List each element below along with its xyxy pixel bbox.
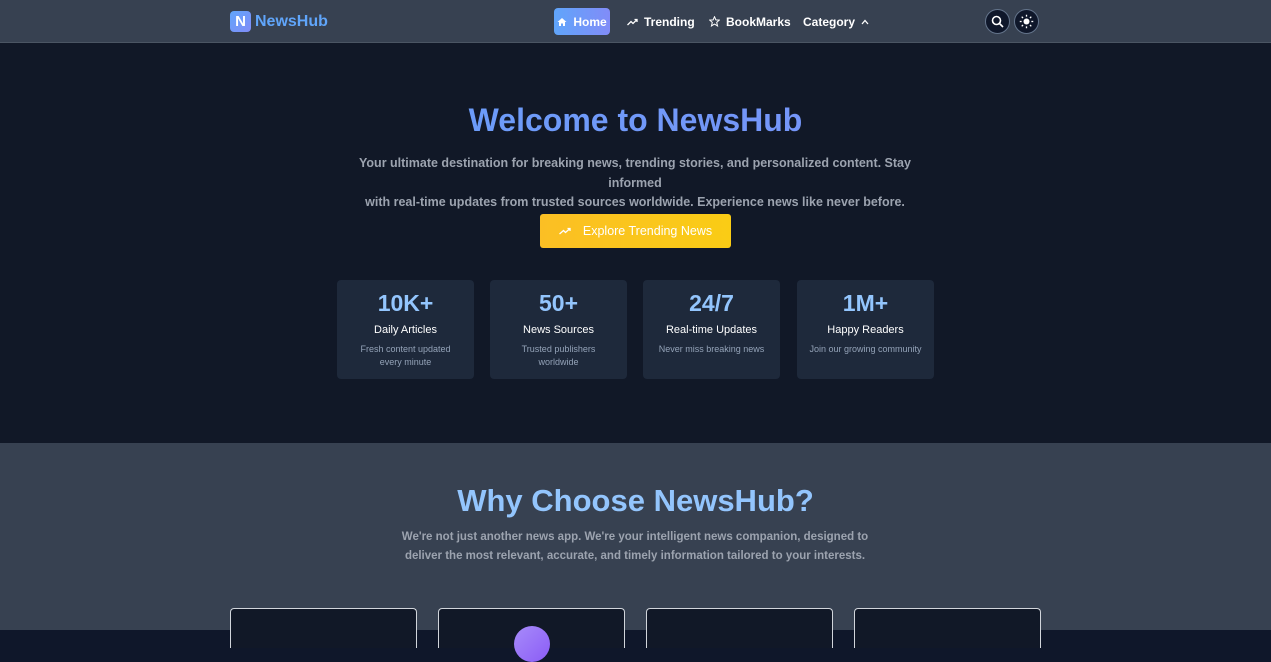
hero-subtitle-line-1: Your ultimate destination for breaking n… bbox=[359, 156, 911, 190]
stat-card-happy-readers: 1M+ Happy Readers Join our growing commu… bbox=[797, 280, 934, 379]
star-icon bbox=[709, 16, 720, 27]
why-subtitle-line-1: We're not just another news app. We're y… bbox=[401, 531, 869, 543]
home-icon bbox=[557, 17, 567, 26]
brand-name: NewsHub bbox=[255, 12, 328, 30]
stat-description: Trusted publishers worldwide bbox=[521, 344, 596, 367]
nav-home-label: Home bbox=[573, 14, 607, 29]
hero-subtitle-line-2: with real-time updates from trusted sour… bbox=[365, 195, 905, 209]
theme-toggle-button[interactable] bbox=[1014, 9, 1039, 34]
stat-value: 50+ bbox=[538, 290, 578, 316]
feature-card[interactable] bbox=[230, 608, 417, 648]
stat-value: 10K+ bbox=[377, 290, 434, 316]
trending-up-icon bbox=[627, 18, 638, 25]
search-button[interactable] bbox=[985, 9, 1010, 34]
nav-bookmarks[interactable]: BookMarks bbox=[709, 8, 791, 35]
stat-description: Never miss breaking news bbox=[658, 344, 765, 354]
why-choose-section: Why Choose NewsHub? We're not just anoth… bbox=[0, 443, 1271, 662]
stat-value: 1M+ bbox=[842, 290, 889, 316]
feature-card[interactable] bbox=[438, 608, 625, 662]
stat-card-realtime-updates: 24/7 Real-time Updates Never miss breaki… bbox=[643, 280, 780, 379]
nav-category-label: Category bbox=[803, 14, 856, 29]
nav-home[interactable]: Home bbox=[554, 8, 610, 35]
feature-card[interactable] bbox=[646, 608, 833, 648]
search-icon bbox=[991, 15, 1004, 28]
stat-label: Real-time Updates bbox=[665, 324, 758, 336]
stat-label: Happy Readers bbox=[827, 324, 904, 336]
hero-section: Welcome to NewsHub Your ultimate destina… bbox=[0, 43, 1271, 443]
why-subtitle: We're not just another news app. We're y… bbox=[385, 528, 885, 566]
stat-description: Join our growing community bbox=[809, 344, 922, 354]
why-subtitle-line-2: deliver the most relevant, accurate, and… bbox=[404, 550, 866, 562]
sun-icon bbox=[1019, 14, 1034, 29]
trending-up-icon bbox=[558, 227, 571, 235]
feature-icon bbox=[514, 626, 550, 662]
stat-label: Daily Articles bbox=[374, 324, 437, 336]
brand-logo[interactable]: N NewsHub bbox=[230, 11, 328, 32]
stat-label: News Sources bbox=[523, 324, 594, 336]
feature-card[interactable] bbox=[854, 608, 1041, 648]
nav-trending-label: Trending bbox=[644, 14, 695, 29]
chevron-up-icon bbox=[861, 19, 869, 24]
stat-card-news-sources: 50+ News Sources Trusted publishers worl… bbox=[490, 280, 627, 379]
top-navbar: N NewsHub Home Trending BookMarks Catego… bbox=[0, 0, 1271, 43]
why-title: Why Choose NewsHub? bbox=[457, 483, 814, 518]
explore-trending-button[interactable]: Explore Trending News bbox=[540, 214, 731, 248]
explore-trending-label: Explore Trending News bbox=[582, 224, 713, 238]
hero-title: Welcome to NewsHub bbox=[0, 102, 1271, 139]
stat-description: Fresh content updated every minute bbox=[360, 344, 451, 367]
hero-subtitle: Your ultimate destination for breaking n… bbox=[335, 154, 935, 213]
nav-trending[interactable]: Trending bbox=[627, 8, 695, 35]
stat-card-daily-articles: 10K+ Daily Articles Fresh content update… bbox=[337, 280, 474, 379]
nav-category-dropdown[interactable]: Category bbox=[803, 8, 869, 35]
stat-value: 24/7 bbox=[689, 290, 734, 316]
logo-badge: N bbox=[230, 11, 251, 32]
nav-bookmarks-label: BookMarks bbox=[726, 14, 791, 29]
